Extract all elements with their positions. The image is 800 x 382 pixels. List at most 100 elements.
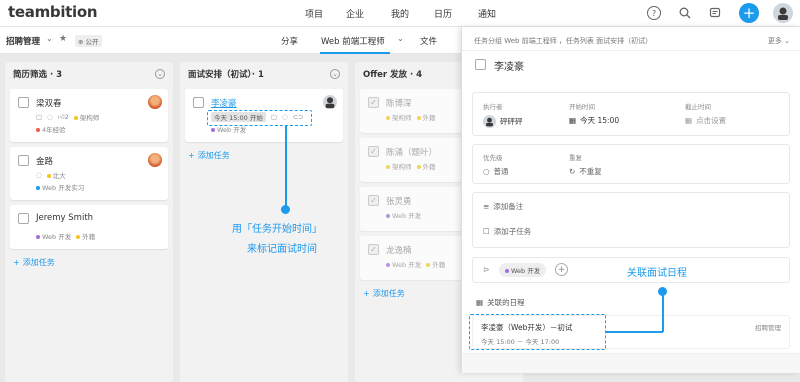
chat-icon[interactable] bbox=[707, 5, 723, 21]
note-icon: ≡ bbox=[483, 202, 490, 211]
avatar[interactable] bbox=[148, 95, 162, 109]
tag: 北大 bbox=[46, 170, 66, 180]
tag: Web 开发 bbox=[386, 210, 421, 220]
tab-share[interactable]: 分享 bbox=[281, 35, 298, 47]
task-title: 龙逸楠 bbox=[386, 246, 412, 256]
tab-view[interactable]: Web 前端工程师 bbox=[321, 35, 385, 47]
task-checkbox-done[interactable]: ✓ bbox=[368, 244, 379, 255]
star-icon[interactable]: ★ bbox=[59, 34, 67, 44]
add-task-label: 添加任务 bbox=[372, 289, 405, 298]
add-tag-button[interactable]: + bbox=[555, 263, 568, 276]
column-title: 简历筛选 · 3 bbox=[13, 70, 63, 80]
priority-field[interactable]: ○ 普通 bbox=[483, 166, 509, 177]
tag-label: 外籍 bbox=[82, 233, 96, 241]
add-subtask-label: 添加子任务 bbox=[493, 227, 532, 236]
more-menu[interactable]: 更多 ⌄ bbox=[768, 36, 790, 46]
tag-label: 4年经验 bbox=[42, 126, 66, 134]
task-card[interactable]: Jeremy Smith Web 开发 外籍 bbox=[10, 205, 168, 249]
task-checkbox[interactable] bbox=[18, 97, 29, 108]
related-events-header: ▦ 关联的日程 bbox=[476, 297, 525, 308]
task-meta: Web 开发 bbox=[386, 210, 421, 220]
more-label: 更多 bbox=[767, 37, 782, 45]
column-menu-icon[interactable]: ⌄ bbox=[330, 69, 340, 79]
breadcrumb[interactable]: 任务分组 Web 前端工程师 ，任务列表 面试安排（初试） bbox=[474, 36, 652, 46]
chevron-down-icon[interactable]: ⌄ bbox=[46, 34, 53, 43]
start-label: 开始时间 bbox=[569, 103, 595, 111]
annotation-text-3: 关联面试日程 bbox=[627, 268, 687, 279]
tag: Web 开发 bbox=[386, 259, 421, 269]
nav-notifications[interactable]: 通知 bbox=[478, 7, 496, 20]
task-title: 李凌豪 bbox=[211, 99, 237, 109]
add-task-button[interactable]: + 添加任务 bbox=[188, 150, 348, 161]
tag: Web 开发实习 bbox=[36, 182, 84, 192]
task-checkbox[interactable] bbox=[18, 155, 29, 166]
like-count: 2 bbox=[64, 113, 69, 121]
task-checkbox-done[interactable]: ✓ bbox=[368, 195, 379, 206]
chat-icon: ◌ bbox=[47, 113, 53, 121]
repeat-value: 不重复 bbox=[579, 167, 602, 176]
nav-enterprise[interactable]: 企业 bbox=[346, 7, 364, 20]
tag: 外籍 bbox=[426, 259, 445, 269]
add-note-label: 添加备注 bbox=[493, 202, 524, 211]
task-meta: 架构师 外籍 bbox=[386, 161, 436, 171]
task-card[interactable]: 金路 ◌ 北大 Web 开发实习 bbox=[10, 147, 168, 200]
repeat-field[interactable]: ↻ 不重复 bbox=[569, 166, 602, 177]
annotation-dot bbox=[281, 205, 290, 214]
annotation-line bbox=[606, 331, 663, 333]
avatar[interactable] bbox=[323, 95, 337, 109]
start-time-field[interactable]: ▦ 今天 15:00 bbox=[569, 115, 619, 126]
tag-label: 架构师 bbox=[392, 114, 412, 122]
annotation-text-1: 用「任务开始时间」 bbox=[232, 224, 322, 235]
help-icon[interactable]: ? bbox=[647, 6, 661, 20]
executor-value: 砰砰砰 bbox=[500, 117, 523, 126]
task-title: 金路 bbox=[36, 157, 54, 167]
task-checkbox[interactable] bbox=[475, 59, 486, 70]
executor-field[interactable]: 砰砰砰 bbox=[483, 115, 523, 128]
tag-icon: ⊳ bbox=[483, 265, 490, 274]
divider bbox=[462, 50, 800, 51]
annotation-line bbox=[285, 126, 287, 208]
extra-section: ≡ 添加备注 ☐ 添加子任务 bbox=[472, 192, 790, 248]
annotation-dot bbox=[658, 287, 667, 296]
nav-projects[interactable]: 项目 bbox=[305, 7, 323, 20]
task-checkbox-done[interactable]: ✓ bbox=[368, 146, 379, 157]
tag: 架构师 bbox=[73, 112, 99, 122]
add-task-button[interactable]: + 添加任务 bbox=[13, 257, 173, 268]
add-task-label: 添加任务 bbox=[22, 258, 55, 267]
column-menu-icon[interactable]: ⌄ bbox=[155, 69, 165, 79]
calendar-icon: ▦ bbox=[685, 116, 693, 125]
add-note-button[interactable]: ≡ 添加备注 bbox=[483, 201, 523, 212]
tab-files[interactable]: 文件 bbox=[420, 35, 437, 47]
tag: 外籍 bbox=[76, 231, 95, 241]
task-title: 梁双春 bbox=[36, 99, 62, 109]
tag-label: 北大 bbox=[52, 172, 66, 180]
column-title: 面试安排（初试）· 1 bbox=[188, 70, 264, 80]
nav-calendar[interactable]: 日历 bbox=[434, 7, 452, 20]
task-card[interactable]: 梁双春 ▢ ◌ 👍︎2 架构师 4年经验 bbox=[10, 89, 168, 142]
task-checkbox[interactable] bbox=[18, 213, 29, 224]
add-button[interactable]: + bbox=[739, 3, 759, 23]
chat-icon: ◌ bbox=[36, 171, 42, 179]
column-title: Offer 发放 · 4 bbox=[363, 70, 423, 80]
user-avatar[interactable] bbox=[773, 3, 793, 23]
executor-label: 执行者 bbox=[483, 103, 503, 111]
search-icon[interactable] bbox=[677, 5, 693, 21]
tag-chip[interactable]: Web 开发 bbox=[499, 263, 547, 277]
app-logo[interactable]: teambition bbox=[8, 3, 98, 21]
task-checkbox[interactable] bbox=[193, 97, 204, 108]
view-chevron-icon[interactable]: ⌄ bbox=[397, 34, 404, 43]
tag: Web 开发 bbox=[36, 231, 71, 241]
highlight-related-event bbox=[469, 314, 606, 350]
tag-label: 架构师 bbox=[392, 163, 412, 171]
public-badge-label: 公开 bbox=[85, 38, 99, 46]
add-subtask-button[interactable]: ☐ 添加子任务 bbox=[483, 226, 531, 237]
tag-label: Web 开发 bbox=[217, 126, 247, 134]
nav-mine[interactable]: 我的 bbox=[391, 7, 409, 20]
task-title[interactable]: 李凌豪 bbox=[494, 58, 524, 73]
avatar[interactable] bbox=[148, 153, 162, 167]
due-time-field[interactable]: ▦ 点击设置 bbox=[685, 115, 726, 126]
project-name[interactable]: 招聘管理 bbox=[6, 35, 40, 47]
task-checkbox-done[interactable]: ✓ bbox=[368, 97, 379, 108]
tag-label: 外籍 bbox=[422, 114, 436, 122]
task-meta: Web 开发 外籍 bbox=[386, 259, 445, 269]
